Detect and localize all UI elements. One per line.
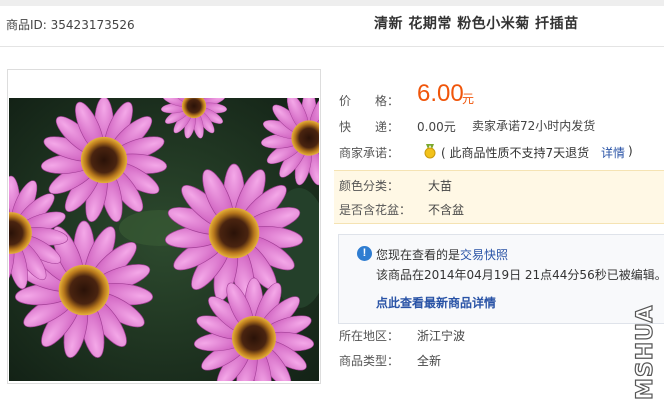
promise-label: 商家承诺： [339, 146, 400, 160]
price-unit: 元 [462, 92, 475, 106]
watermark-text: MSHUA [633, 305, 658, 400]
product-id: 商品ID: 35423173526 [6, 18, 135, 32]
product-image[interactable] [9, 98, 319, 381]
info-icon: ! [357, 246, 372, 261]
snapshot-notice: 您现在查看的是交易快照 [376, 248, 509, 262]
location-value: 浙江宁波 [417, 329, 466, 343]
medal-icon [422, 143, 438, 159]
product-header: 商品ID: 35423173526 清新 花期常 粉色小米菊 扦插苗 [0, 6, 664, 47]
snapshot-edited-notice: 该商品在2014年04月19日 21点44分56秒已被编辑。 [376, 268, 664, 282]
price-value: 6.00 [417, 80, 464, 107]
color-category-label: 颜色分类： [339, 179, 400, 193]
color-category-value[interactable]: 大苗 [428, 177, 452, 194]
product-title: 清新 花期常 粉色小米菊 扦插苗 [374, 16, 579, 32]
price-label: 价 格： [339, 94, 400, 108]
promise-text: ( 此商品性质不支持7天退货 [441, 146, 590, 160]
watermark: MSHUA [628, 282, 660, 402]
shipping-note: 卖家承诺72小时内发货 [472, 119, 596, 133]
latest-details-link[interactable]: 点此查看最新商品详情 [376, 294, 496, 311]
promise-close: ) [628, 144, 633, 158]
shipping-label: 快 递： [339, 120, 400, 134]
pot-included-label: 是否含花盆： [339, 203, 412, 217]
location-label: 所在地区： [339, 329, 400, 343]
shipping-value: 0.00元 [417, 120, 456, 134]
snapshot-link[interactable]: 交易快照 [460, 248, 508, 262]
product-type-label: 商品类型： [339, 354, 400, 368]
product-type-value: 全新 [417, 354, 442, 368]
pot-included-value[interactable]: 不含盆 [428, 201, 464, 218]
promise-details-link[interactable]: 详情 [601, 144, 625, 161]
